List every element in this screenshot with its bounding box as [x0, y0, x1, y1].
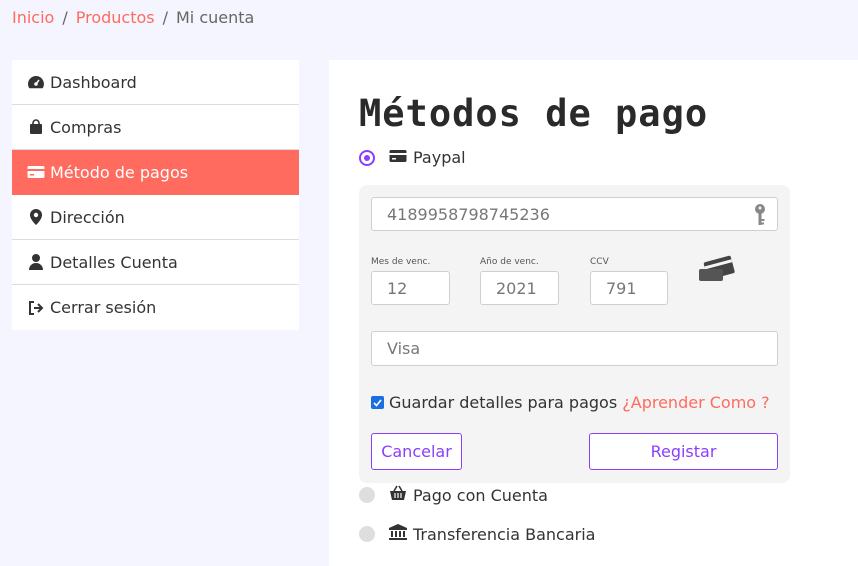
bank-icon	[389, 524, 407, 544]
sidebar-item-metodo-pagos[interactable]: Método de pagos	[12, 150, 299, 195]
card-swipe-icon	[699, 253, 737, 285]
sidebar-item-dashboard[interactable]: Dashboard	[12, 60, 299, 105]
credit-card-icon	[389, 148, 407, 167]
sidebar-item-label: Detalles Cuenta	[50, 252, 178, 272]
exp-year-label: Año de venc.	[480, 257, 539, 267]
payment-option-account[interactable]: Pago con Cuenta	[359, 485, 548, 505]
exp-month-label: Mes de venc.	[371, 257, 431, 267]
ccv-label: CCV	[590, 257, 609, 267]
payment-option-paypal[interactable]: Paypal	[359, 148, 466, 167]
sidebar-item-label: Compras	[50, 117, 122, 137]
user-icon	[26, 253, 46, 271]
exp-month-input[interactable]: 12	[371, 271, 450, 305]
payment-option-bank-transfer[interactable]: Transferencia Bancaria	[359, 524, 595, 544]
sidebar-item-direccion[interactable]: Dirección	[12, 195, 299, 240]
learn-how-link[interactable]: ¿Aprender Como ?	[622, 393, 769, 412]
paypal-label: Paypal	[413, 148, 466, 167]
breadcrumb: Inicio / Productos / Mi cuenta	[12, 8, 254, 28]
cancel-button[interactable]: Cancelar	[371, 433, 462, 470]
register-button[interactable]: Registar	[589, 433, 778, 470]
sidebar-menu: Dashboard Compras Método de pagos Direcc…	[12, 60, 299, 330]
sidebar-item-label: Método de pagos	[50, 162, 189, 182]
breadcrumb-separator: /	[162, 8, 168, 27]
card-type-input[interactable]: Visa	[371, 331, 778, 366]
page-title: Métodos de pago	[359, 92, 709, 135]
dashboard-icon	[26, 73, 46, 91]
map-marker-icon	[26, 208, 46, 226]
sidebar-item-compras[interactable]: Compras	[12, 105, 299, 150]
save-details-text: Guardar detalles para pagos ¿Aprender Co…	[389, 393, 770, 412]
card-number-input[interactable]: 4189958798745236	[371, 197, 778, 231]
sign-out-icon	[26, 299, 46, 317]
breadcrumb-home-link[interactable]: Inicio	[12, 8, 54, 28]
sidebar-item-label: Dirección	[50, 207, 125, 227]
bank-transfer-label: Transferencia Bancaria	[413, 524, 596, 544]
bank-transfer-radio[interactable]	[359, 526, 375, 542]
exp-year-input[interactable]: 2021	[480, 271, 559, 305]
save-details-checkbox[interactable]	[371, 396, 384, 409]
paypal-radio[interactable]	[359, 149, 375, 166]
account-payment-label: Pago con Cuenta	[413, 485, 548, 505]
breadcrumb-products-link[interactable]: Productos	[76, 8, 155, 28]
card-form: 4189958798745236 Mes de venc. 12 Año de …	[359, 185, 790, 483]
basket-icon	[389, 485, 407, 505]
breadcrumb-separator: /	[62, 8, 68, 27]
sidebar-item-label: Dashboard	[50, 72, 137, 92]
shopping-bag-icon	[26, 118, 46, 136]
account-payment-radio[interactable]	[359, 487, 375, 503]
payment-methods-panel: Métodos de pago Paypal 4189958798745236 …	[329, 60, 858, 566]
save-details-label: Guardar detalles para pagos	[389, 393, 618, 412]
sidebar-item-detalles-cuenta[interactable]: Detalles Cuenta	[12, 240, 299, 285]
key-icon	[754, 203, 766, 231]
ccv-input[interactable]: 791	[590, 271, 668, 305]
credit-card-icon	[26, 163, 46, 181]
sidebar-item-cerrar-sesion[interactable]: Cerrar sesión	[12, 285, 299, 330]
breadcrumb-current: Mi cuenta	[176, 8, 255, 27]
sidebar-item-label: Cerrar sesión	[50, 298, 157, 317]
